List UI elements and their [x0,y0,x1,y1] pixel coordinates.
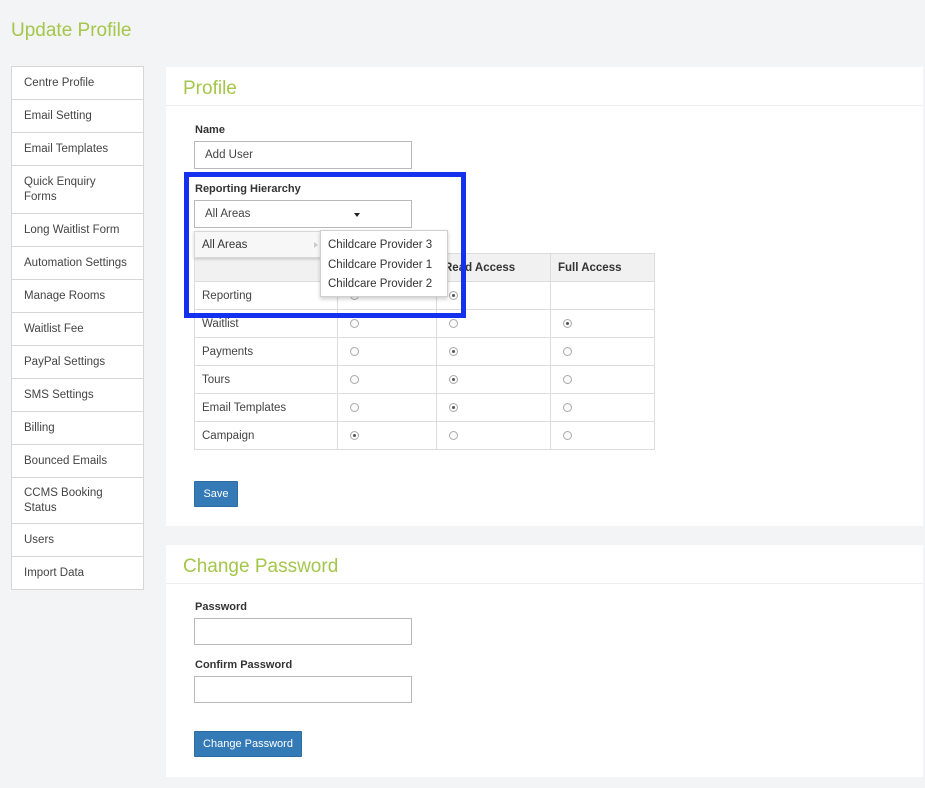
permission-cell [436,365,551,394]
permission-cell [550,421,655,450]
confirm-password-input[interactable] [194,676,412,703]
sidebar-item-email-setting[interactable]: Email Setting [12,100,143,133]
sidebar-item-paypal-settings[interactable]: PayPal Settings [12,346,143,379]
sidebar-item-manage-rooms[interactable]: Manage Rooms [12,280,143,313]
permission-label: Payments [194,337,338,366]
permission-cell [436,421,551,450]
password-input[interactable] [194,618,412,645]
permission-radio[interactable] [563,318,572,328]
highlight-box [184,172,466,318]
sidebar-item-email-templates[interactable]: Email Templates [12,133,143,166]
sidebar-item-automation-settings[interactable]: Automation Settings [12,247,143,280]
table-row: Campaign [194,421,655,450]
sidebar-item-sms-settings[interactable]: SMS Settings [12,379,143,412]
sidebar-item-billing[interactable]: Billing [12,412,143,445]
permission-label: Email Templates [194,393,338,422]
save-button[interactable]: Save [194,481,238,507]
name-label: Name [195,124,225,136]
settings-sidebar: Centre Profile Email Setting Email Templ… [11,66,144,590]
sidebar-item-import-data[interactable]: Import Data [12,557,143,590]
permission-radio[interactable] [563,374,572,384]
change-password-heading: Change Password [166,545,923,584]
permission-radio[interactable] [449,402,458,412]
permission-label: Campaign [194,421,338,450]
permission-radio[interactable] [350,346,359,356]
permission-cell [550,337,655,366]
permission-radio[interactable] [350,430,359,440]
permission-cell [337,421,437,450]
permission-cell [436,393,551,422]
permission-cell [550,393,655,422]
permission-cell [337,365,437,394]
permission-radio[interactable] [563,346,572,356]
page-title: Update Profile [11,20,132,41]
table-header-full-access: Full Access [550,253,655,282]
name-input[interactable]: Add User [194,141,412,169]
permission-radio[interactable] [563,402,572,412]
sidebar-item-quick-enquiry-forms[interactable]: Quick Enquiry Forms [12,166,143,214]
permission-cell [550,309,655,338]
permission-radio[interactable] [350,374,359,384]
permission-radio[interactable] [350,402,359,412]
sidebar-item-centre-profile[interactable]: Centre Profile [12,67,143,100]
permission-label: Tours [194,365,338,394]
table-row: Tours [194,365,655,394]
sidebar-item-waitlist-fee[interactable]: Waitlist Fee [12,313,143,346]
permission-cell [550,365,655,394]
permission-cell [436,337,551,366]
sidebar-item-long-waitlist-form[interactable]: Long Waitlist Form [12,214,143,247]
table-row: Email Templates [194,393,655,422]
profile-heading: Profile [166,67,923,106]
permission-cell [550,281,655,310]
permission-cell [337,393,437,422]
permission-radio[interactable] [350,318,359,328]
confirm-password-label: Confirm Password [195,659,293,671]
sidebar-item-ccms-booking-status[interactable]: CCMS Booking Status [12,478,143,524]
table-row: Payments [194,337,655,366]
permission-radio[interactable] [449,430,458,440]
permission-radio[interactable] [449,374,458,384]
sidebar-item-users[interactable]: Users [12,524,143,557]
permission-radio[interactable] [449,318,458,328]
permission-radio[interactable] [563,430,572,440]
change-password-button[interactable]: Change Password [194,731,302,757]
password-label: Password [195,601,247,613]
permission-radio[interactable] [449,346,458,356]
permission-cell [337,337,437,366]
sidebar-item-bounced-emails[interactable]: Bounced Emails [12,445,143,478]
